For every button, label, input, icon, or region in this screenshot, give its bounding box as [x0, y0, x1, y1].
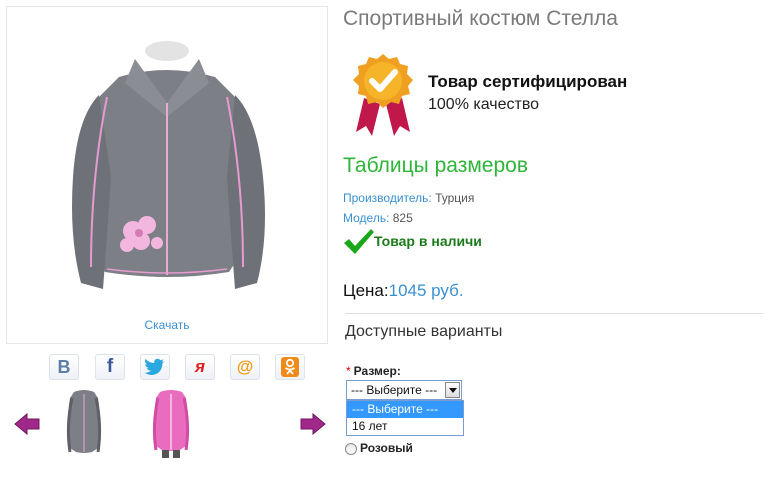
certified-badge-icon	[350, 52, 416, 143]
in-stock-label: Товар в наличи	[374, 233, 482, 249]
certificate-subtitle: 100% качество	[428, 96, 540, 113]
facebook-icon: f	[106, 356, 114, 377]
size-label-text: Размер:	[353, 364, 401, 378]
mailru-icon: @	[236, 357, 254, 376]
size-option[interactable]: 16 лет	[347, 418, 463, 435]
size-select-value: --- Выберите ---	[351, 383, 438, 397]
yaru-icon: я	[194, 357, 205, 376]
chevron-down-icon[interactable]	[445, 382, 460, 398]
price-label: Цена:	[343, 281, 389, 300]
size-select[interactable]: --- Выберите ---	[346, 380, 462, 400]
thumbnail-gray-jacket[interactable]	[62, 386, 106, 458]
arrow-left-icon	[14, 412, 40, 436]
model-value: 825	[392, 211, 413, 225]
jacket-gray-thumbnail	[66, 390, 102, 453]
download-link[interactable]: Скачать	[6, 318, 328, 332]
price-row: Цена:1045 руб.	[343, 281, 464, 301]
manufacturer-value: Турция	[435, 191, 475, 205]
manufacturer-row: Производитель: Турция	[343, 191, 474, 205]
checkmark-icon	[343, 228, 375, 261]
thumbnail-prev-arrow[interactable]	[14, 412, 40, 440]
variants-heading: Доступные варианты	[345, 323, 503, 340]
vkontakte-icon: B	[57, 356, 71, 377]
size-dropdown-list: --- Выберите --- 16 лет	[346, 400, 464, 436]
arrow-right-icon	[300, 412, 326, 436]
twitter-share-button[interactable]	[140, 354, 170, 380]
odnoklassniki-share-button[interactable]	[275, 354, 305, 380]
odnoklassniki-icon	[281, 357, 299, 377]
color-option-label: Розовый	[360, 440, 413, 455]
size-label: * Размер:	[346, 364, 401, 378]
divider	[345, 313, 763, 314]
main-product-image[interactable]	[6, 6, 328, 344]
size-table-link[interactable]: Таблицы размеров	[343, 154, 528, 178]
model-row: Модель: 825	[343, 211, 413, 225]
thumbnail-pink-jacket[interactable]	[148, 386, 194, 458]
radio-button[interactable]	[345, 443, 357, 455]
jacket-gray-image	[72, 41, 265, 289]
facebook-share-button[interactable]: f	[95, 354, 125, 380]
manufacturer-label: Производитель:	[343, 191, 432, 205]
model-label: Модель:	[343, 211, 390, 225]
required-mark: *	[346, 364, 351, 378]
certificate-title: Товар сертифицирован	[428, 72, 628, 91]
yaru-share-button[interactable]: я	[185, 354, 215, 380]
product-title: Спортивный костюм Стелла	[343, 7, 618, 30]
jacket-pink-thumbnail	[152, 390, 190, 458]
thumbnail-next-arrow[interactable]	[300, 412, 326, 440]
size-option[interactable]: --- Выберите ---	[347, 401, 463, 418]
mailru-share-button[interactable]: @	[230, 354, 260, 380]
vkontakte-share-button[interactable]: B	[49, 354, 79, 380]
twitter-icon	[144, 358, 165, 375]
color-option-pink[interactable]: Розовый	[345, 440, 413, 455]
price-value: 1045 руб.	[388, 281, 464, 300]
